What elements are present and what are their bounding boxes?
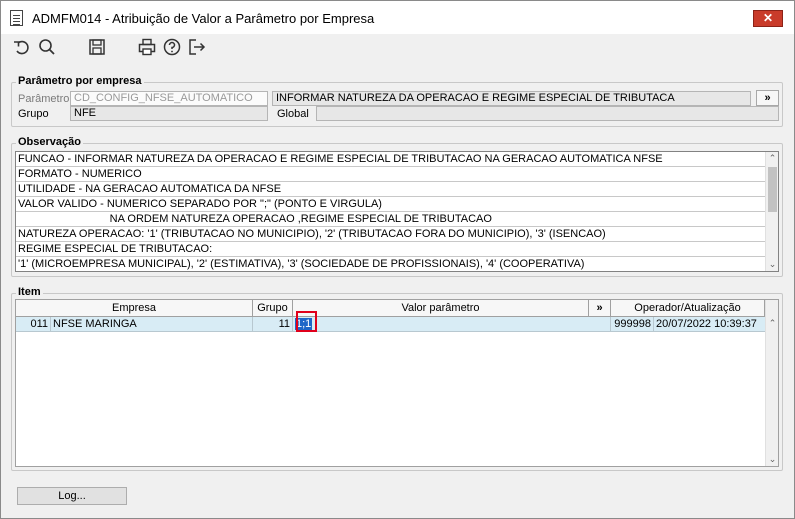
observacao-line: NA ORDEM NATUREZA OPERACAO ,REGIME ESPEC… xyxy=(16,212,766,227)
cell-valor[interactable]: 1;1 xyxy=(293,317,611,332)
observacao-line: '1' (MICROEMPRESA MUNICIPAL), '2' (ESTIM… xyxy=(16,257,766,271)
observacao-line: FORMATO - NUMERICO xyxy=(16,167,766,182)
valor-focus-highlight xyxy=(296,311,317,332)
scroll-down-icon[interactable]: ⌄ xyxy=(766,453,778,466)
col-valor[interactable]: Valor parâmetro xyxy=(293,300,589,317)
toolbar xyxy=(1,34,794,62)
expand-parametro-button[interactable]: » xyxy=(756,90,779,106)
col-operador[interactable]: Operador/Atualização xyxy=(611,300,765,317)
scroll-up-icon[interactable]: ⌃ xyxy=(766,317,778,330)
expand-valor-button[interactable]: » xyxy=(589,300,611,317)
parametro-label: Parâmetro xyxy=(18,93,70,105)
item-scrollbar[interactable]: ⌃ ⌄ xyxy=(765,300,778,466)
observacao-line: FUNCAO - INFORMAR NATUREZA DA OPERACAO E… xyxy=(16,152,766,167)
col-empresa[interactable]: Empresa xyxy=(16,300,253,317)
col-grupo[interactable]: Grupo xyxy=(253,300,293,317)
main-window: ADMFM014 - Atribuição de Valor a Parâmet… xyxy=(0,0,795,519)
scroll-down-icon[interactable]: ⌄ xyxy=(766,258,778,271)
grupo-field: NFE xyxy=(70,106,268,121)
undo-icon[interactable] xyxy=(12,37,32,57)
scroll-up-icon[interactable]: ⌃ xyxy=(766,152,778,165)
exit-icon[interactable] xyxy=(187,37,207,57)
grupo-label: Grupo xyxy=(18,108,49,120)
close-button[interactable]: ✕ xyxy=(753,10,783,27)
observacao-line: NATUREZA OPERACAO: '1' (TRIBUTACAO NO MU… xyxy=(16,227,766,242)
observacao-legend: Observação xyxy=(16,136,83,148)
observacao-scrollbar[interactable]: ⌃ ⌄ xyxy=(765,152,778,271)
document-icon xyxy=(10,10,23,26)
cell-grupo: 11 xyxy=(253,317,293,332)
scroll-thumb[interactable] xyxy=(768,167,777,212)
log-button[interactable]: Log... xyxy=(17,487,127,505)
save-icon[interactable] xyxy=(87,37,107,57)
observacao-line: REGIME ESPECIAL DE TRIBUTACAO: xyxy=(16,242,766,257)
observacao-line: UTILIDADE - NA GERACAO AUTOMATICA DA NFS… xyxy=(16,182,766,197)
cell-atualizacao: 20/07/2022 10:39:37 xyxy=(654,317,766,332)
observacao-memo[interactable]: FUNCAO - INFORMAR NATUREZA DA OPERACAO E… xyxy=(15,151,779,272)
global-field xyxy=(316,106,779,121)
help-icon[interactable] xyxy=(162,37,182,57)
cell-codigo: 011 xyxy=(16,317,51,332)
print-icon[interactable] xyxy=(137,37,157,57)
observacao-line: VALOR VALIDO - NUMERICO SEPARADO POR ";"… xyxy=(16,197,766,212)
cell-operador: 999998 xyxy=(611,317,654,332)
global-label: Global xyxy=(277,108,309,120)
title-bar: ADMFM014 - Atribuição de Valor a Parâmet… xyxy=(1,1,794,34)
grid-header: Empresa Grupo Valor parâmetro » Operador… xyxy=(16,300,766,317)
parametro-descricao-field: INFORMAR NATUREZA DA OPERACAO E REGIME E… xyxy=(272,91,751,106)
parametro-empresa-legend: Parâmetro por empresa xyxy=(16,75,144,87)
cell-empresa: NFSE MARINGA xyxy=(51,317,253,332)
parametro-field[interactable]: CD_CONFIG_NFSE_AUTOMATICO xyxy=(70,91,268,106)
search-icon[interactable] xyxy=(37,37,57,57)
item-grid: Empresa Grupo Valor parâmetro » Operador… xyxy=(15,299,779,467)
window-title: ADMFM014 - Atribuição de Valor a Parâmet… xyxy=(32,11,375,26)
item-legend: Item xyxy=(16,286,43,298)
table-row[interactable]: 011 NFSE MARINGA 11 1;1 999998 20/07/202… xyxy=(16,317,766,332)
